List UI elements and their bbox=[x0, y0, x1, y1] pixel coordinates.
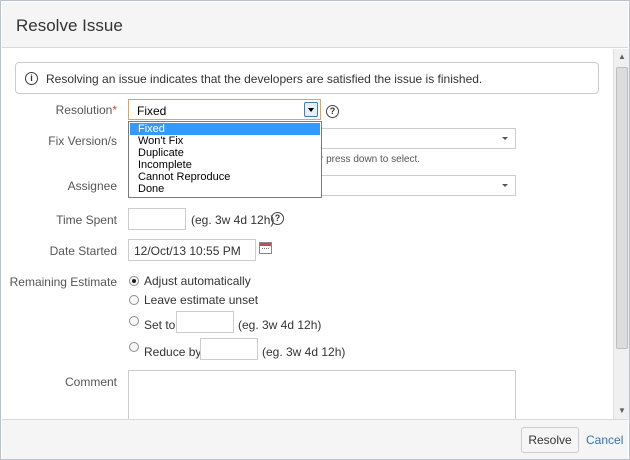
reduce-by-input[interactable] bbox=[200, 338, 258, 360]
resolution-selected-value: Fixed bbox=[137, 104, 167, 118]
time-spent-label: Time Spent bbox=[56, 213, 117, 227]
dialog-footer: Resolve Cancel bbox=[2, 419, 628, 459]
remaining-estimate-label: Remaining Estimate bbox=[9, 275, 117, 289]
cancel-link[interactable]: Cancel bbox=[586, 433, 623, 447]
resolution-option-incomplete[interactable]: Incomplete bbox=[130, 159, 320, 171]
resolve-button[interactable]: Resolve bbox=[521, 427, 579, 453]
calendar-icon[interactable] bbox=[259, 242, 272, 254]
fix-version-label: Fix Version/s bbox=[48, 134, 117, 148]
time-spent-input[interactable] bbox=[128, 208, 186, 230]
fix-version-hint: r press down to select. bbox=[320, 154, 421, 165]
dialog-body: i Resolving an issue indicates that the … bbox=[2, 49, 612, 419]
time-spent-hint: (eg. 3w 4d 12h) bbox=[191, 213, 275, 227]
resolution-option-duplicate[interactable]: Duplicate bbox=[130, 147, 320, 159]
dialog-header: Resolve Issue bbox=[2, 2, 628, 48]
resolution-label: Resolution* bbox=[2, 103, 117, 117]
set-to-hint: (eg. 3w 4d 12h) bbox=[238, 318, 322, 332]
leave-estimate-unset-label: Leave estimate unset bbox=[144, 293, 259, 307]
info-text: Resolving an issue indicates that the de… bbox=[46, 72, 483, 86]
resolution-select[interactable]: Fixed bbox=[128, 99, 321, 120]
comment-label: Comment bbox=[64, 375, 117, 389]
radio-leave-estimate-unset[interactable] bbox=[129, 295, 139, 305]
help-icon[interactable]: ? bbox=[326, 105, 339, 118]
comment-textarea[interactable] bbox=[128, 370, 516, 419]
date-started-value: 12/Oct/13 10:55 PM bbox=[134, 244, 241, 258]
required-mark: * bbox=[112, 103, 117, 117]
date-started-input[interactable]: 12/Oct/13 10:55 PM bbox=[128, 239, 256, 261]
set-to-input[interactable] bbox=[176, 311, 234, 333]
date-started-label: Date Started bbox=[49, 244, 117, 258]
info-message: i Resolving an issue indicates that the … bbox=[15, 62, 599, 94]
resolution-options-list[interactable]: Fixed Won't Fix Duplicate Incomplete Can… bbox=[128, 121, 322, 198]
scroll-down-icon[interactable]: ▼ bbox=[616, 405, 628, 417]
help-icon[interactable]: ? bbox=[271, 212, 284, 225]
scrollbar-thumb[interactable] bbox=[616, 67, 628, 349]
adjust-automatically-label: Adjust automatically bbox=[144, 274, 251, 288]
dialog-title: Resolve Issue bbox=[16, 16, 123, 35]
chevron-down-icon[interactable] bbox=[502, 184, 508, 187]
reduce-by-hint: (eg. 3w 4d 12h) bbox=[262, 345, 346, 359]
resolution-option-done[interactable]: Done bbox=[130, 183, 320, 195]
set-to-label: Set to bbox=[144, 318, 176, 332]
scroll-up-icon[interactable]: ▲ bbox=[616, 51, 628, 63]
resolution-option-cannot-reproduce[interactable]: Cannot Reproduce bbox=[130, 171, 320, 183]
radio-reduce-by[interactable] bbox=[129, 342, 139, 352]
resolve-issue-dialog: Resolve Issue i Resolving an issue indic… bbox=[0, 0, 630, 460]
resolution-label-text: Resolution bbox=[55, 103, 113, 117]
reduce-by-label: Reduce by bbox=[144, 345, 202, 359]
resolution-option-fixed[interactable]: Fixed bbox=[130, 123, 320, 135]
vertical-scrollbar[interactable]: ▲ ▼ bbox=[613, 49, 629, 419]
chevron-down-icon[interactable] bbox=[304, 102, 318, 117]
info-icon: i bbox=[25, 72, 38, 85]
radio-set-to[interactable] bbox=[129, 316, 139, 326]
radio-adjust-automatically[interactable] bbox=[129, 276, 139, 286]
resolution-option-wont-fix[interactable]: Won't Fix bbox=[130, 135, 320, 147]
chevron-down-icon[interactable] bbox=[502, 137, 508, 140]
assignee-label: Assignee bbox=[67, 179, 117, 193]
